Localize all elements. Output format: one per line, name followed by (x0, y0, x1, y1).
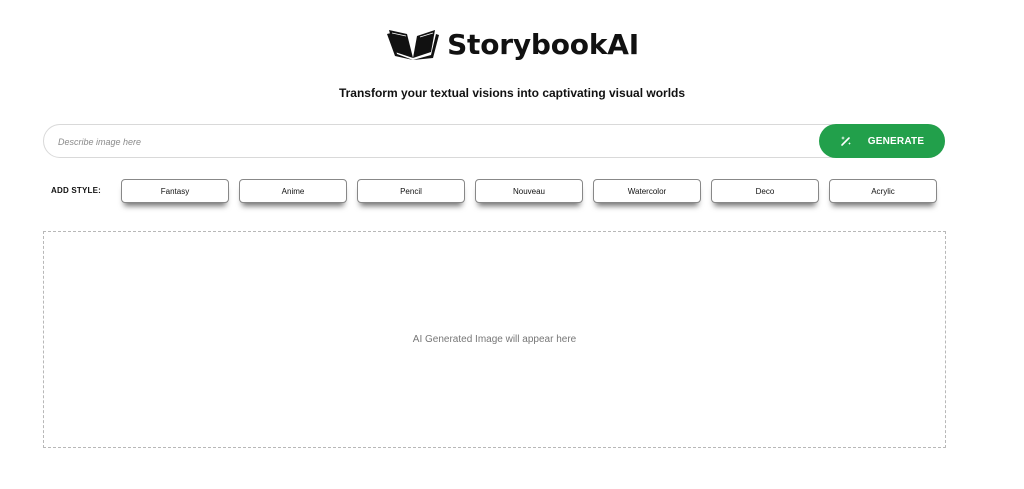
style-selector: ADD STYLE: Fantasy Anime Pencil Nouveau … (0, 179, 1024, 205)
style-button-pencil[interactable]: Pencil (357, 179, 465, 203)
open-book-icon (385, 24, 441, 64)
magic-wand-icon (840, 135, 852, 147)
app-title: StorybookAI (447, 27, 639, 61)
generate-button-label: GENERATE (867, 135, 925, 147)
tagline: Transform your textual visions into capt… (338, 86, 686, 100)
preview-placeholder: AI Generated Image will appear here (412, 334, 577, 345)
prompt-input[interactable] (56, 125, 800, 159)
style-button-fantasy[interactable]: Fantasy (121, 179, 229, 203)
style-button-nouveau[interactable]: Nouveau (475, 179, 583, 203)
header: StorybookAI (0, 24, 1024, 64)
search-bar (43, 124, 945, 159)
style-button-anime[interactable]: Anime (239, 179, 347, 203)
style-button-deco[interactable]: Deco (711, 179, 819, 203)
generate-button[interactable]: GENERATE (819, 124, 945, 158)
style-button-acrylic[interactable]: Acrylic (829, 179, 937, 203)
add-style-label: ADD STYLE: (51, 186, 101, 195)
app-page: StorybookAI Transform your textual visio… (0, 0, 1024, 489)
image-preview-area: AI Generated Image will appear here (43, 231, 946, 448)
style-button-watercolor[interactable]: Watercolor (593, 179, 701, 203)
